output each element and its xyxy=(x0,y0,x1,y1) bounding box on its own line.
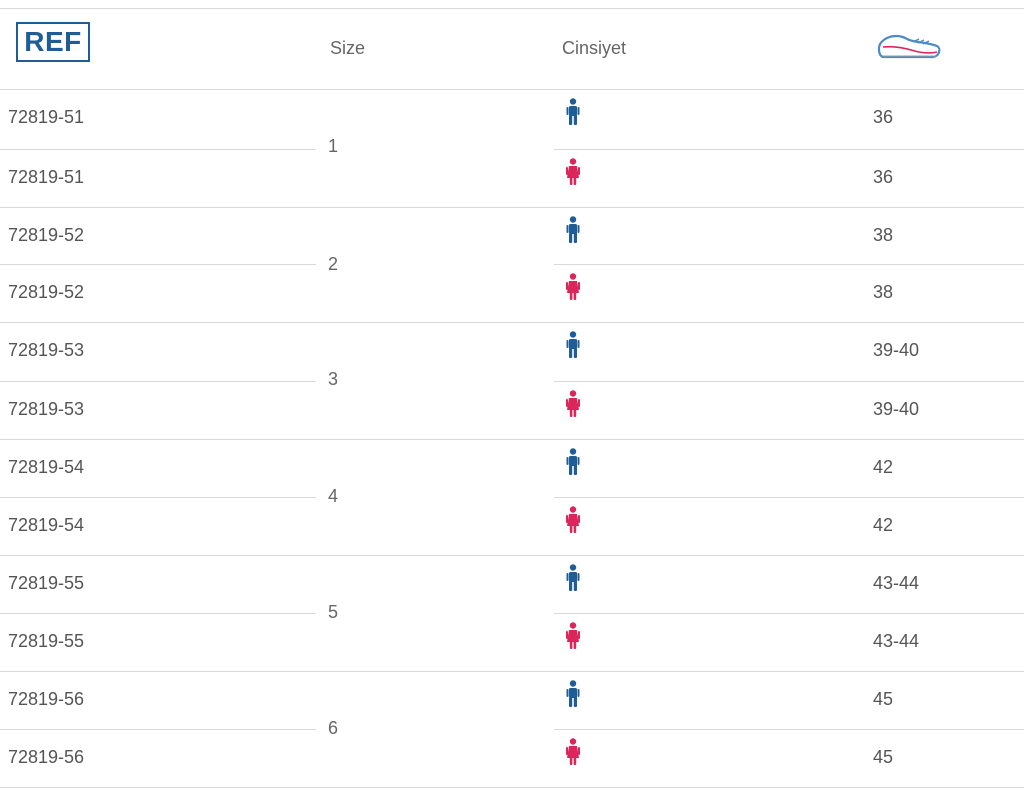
size-value: 3 xyxy=(328,369,339,389)
female-icon xyxy=(566,738,580,766)
row-divider xyxy=(0,729,316,730)
group-divider xyxy=(0,555,1024,556)
female-icon xyxy=(566,390,580,418)
size-value: 2 xyxy=(328,254,339,274)
male-icon xyxy=(566,680,580,708)
ref-code: 72819-52 xyxy=(8,225,85,245)
shoe-size: 42 xyxy=(873,457,894,477)
row-divider xyxy=(554,381,1024,382)
female-icon xyxy=(566,622,580,650)
row-divider xyxy=(0,613,316,614)
ref-code: 72819-55 xyxy=(8,573,85,593)
size-value: 6 xyxy=(328,718,339,738)
shoe-size: 36 xyxy=(873,167,894,187)
female-icon xyxy=(566,273,580,301)
ref-code: 72819-54 xyxy=(8,457,85,477)
ref-code: 72819-51 xyxy=(8,167,85,187)
ref-code: 72819-56 xyxy=(8,689,85,709)
female-icon xyxy=(566,158,580,186)
table-header: REF Size Cinsiyet xyxy=(0,0,1024,89)
group-divider xyxy=(0,671,1024,672)
shoe-icon xyxy=(877,34,941,59)
size-chart-table: REF Size Cinsiyet 1 72819-51 36 72819-51 36 2… xyxy=(0,0,1024,800)
row-divider xyxy=(0,149,316,150)
row-divider xyxy=(0,497,316,498)
male-icon xyxy=(566,331,580,359)
row-divider xyxy=(554,497,1024,498)
ref-badge: REF xyxy=(16,22,90,62)
row-divider xyxy=(0,381,316,382)
size-value: 5 xyxy=(328,602,339,622)
size-column-header: Size xyxy=(330,38,366,58)
shoe-size: 39-40 xyxy=(873,399,920,419)
ref-code: 72819-51 xyxy=(8,107,85,127)
group-divider xyxy=(0,439,1024,440)
male-icon xyxy=(566,216,580,244)
ref-code: 72819-55 xyxy=(8,631,85,651)
shoe-size: 45 xyxy=(873,747,894,767)
female-icon xyxy=(566,506,580,534)
ref-code: 72819-53 xyxy=(8,399,85,419)
shoe-size: 38 xyxy=(873,282,894,302)
shoe-size: 45 xyxy=(873,689,894,709)
row-divider xyxy=(554,149,1024,150)
shoe-size: 39-40 xyxy=(873,340,920,360)
shoe-size: 43-44 xyxy=(873,631,920,651)
size-value: 1 xyxy=(328,136,339,156)
shoe-size: 42 xyxy=(873,515,894,535)
row-divider xyxy=(554,729,1024,730)
ref-code: 72819-56 xyxy=(8,747,85,767)
shoe-size: 36 xyxy=(873,107,894,127)
ref-code: 72819-52 xyxy=(8,282,85,302)
ref-code: 72819-53 xyxy=(8,340,85,360)
male-icon xyxy=(566,564,580,592)
bottom-border xyxy=(0,787,1024,788)
row-divider xyxy=(554,613,1024,614)
group-divider xyxy=(0,322,1024,323)
shoe-size: 38 xyxy=(873,225,894,245)
row-divider xyxy=(554,264,1024,265)
size-value: 4 xyxy=(328,486,339,506)
gender-column-header: Cinsiyet xyxy=(562,38,627,58)
group-divider xyxy=(0,89,1024,90)
male-icon xyxy=(566,448,580,476)
shoe-size: 43-44 xyxy=(873,573,920,593)
ref-code: 72819-54 xyxy=(8,515,85,535)
group-divider xyxy=(0,207,1024,208)
row-divider xyxy=(0,264,316,265)
male-icon xyxy=(566,98,580,126)
